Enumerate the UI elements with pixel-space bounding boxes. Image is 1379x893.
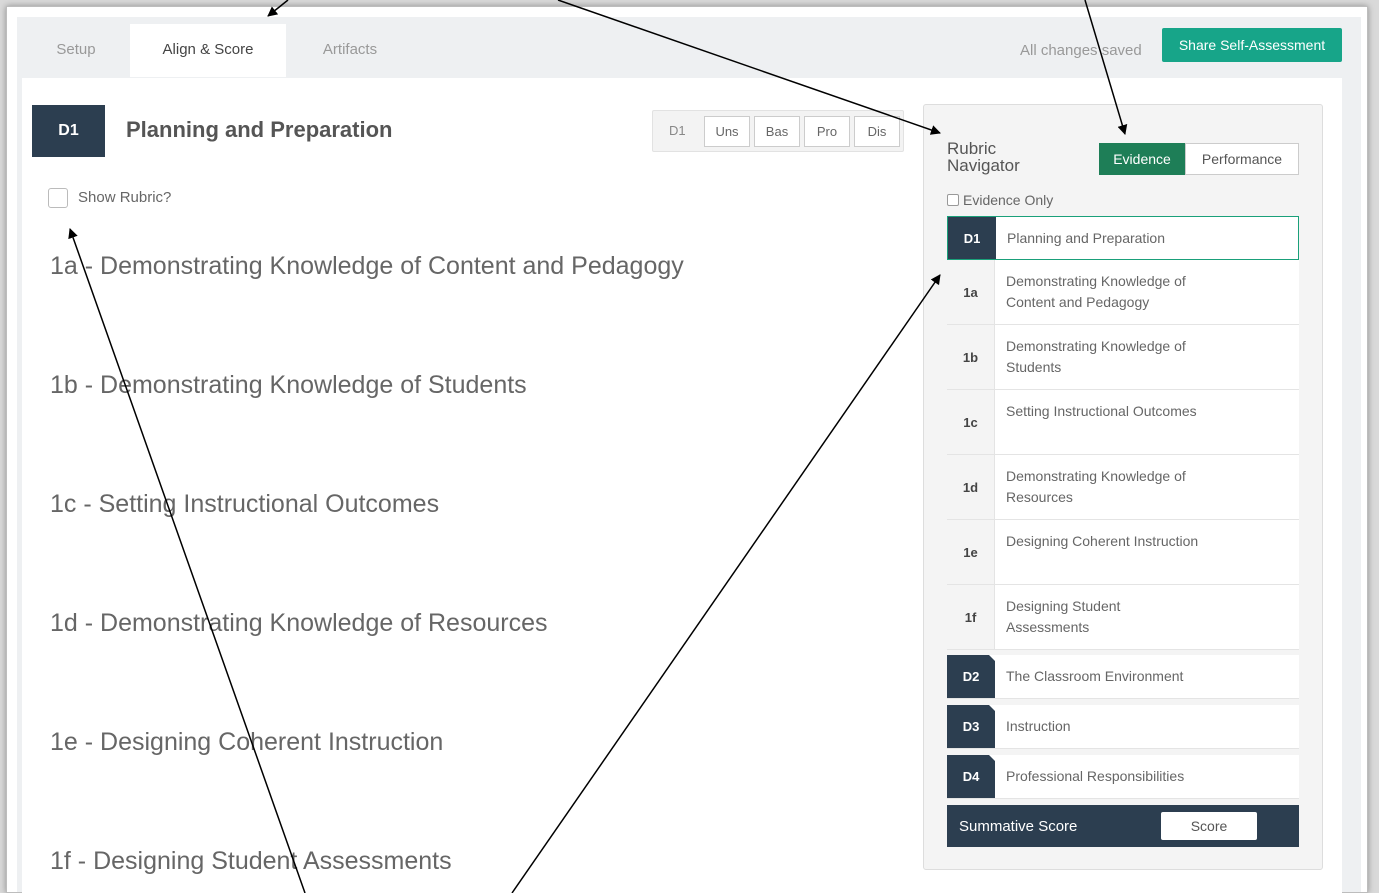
annotation-arrows (68, 0, 1128, 893)
arrow-to-evidence-toggle (1084, 0, 1128, 135)
arrow-to-show-rubric (68, 228, 306, 893)
arrow-to-rubric-navigator (557, 0, 941, 135)
arrow-to-align-score-tab (267, 0, 289, 17)
arrow-to-navigator-item (511, 274, 941, 893)
